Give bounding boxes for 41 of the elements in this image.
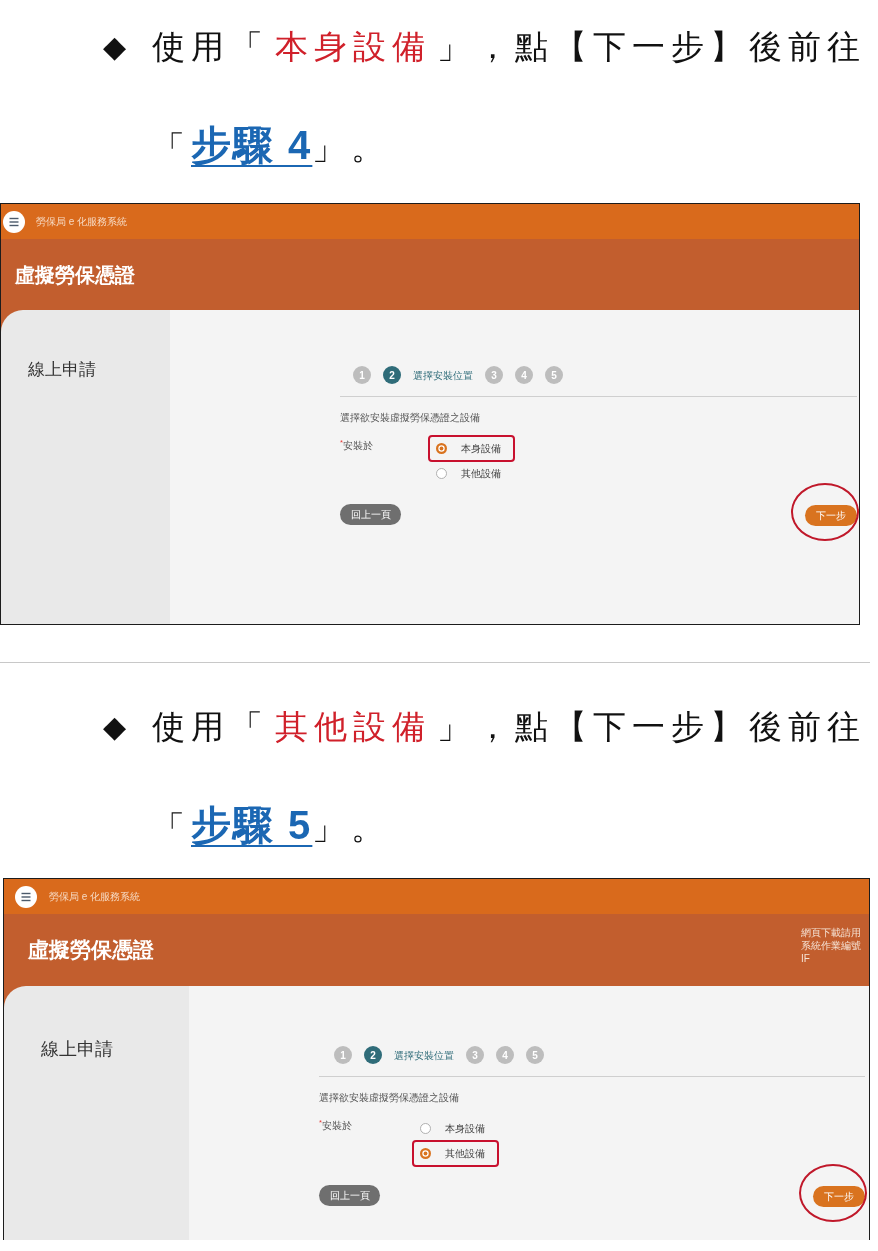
option-label[interactable]: 其他設備 [445, 1146, 485, 1161]
radio-button[interactable] [420, 1148, 431, 1159]
menu-icon[interactable] [3, 210, 25, 233]
step-indicator: 3 [466, 1046, 484, 1064]
system-name: 勞保局 e 化服務系統 [36, 215, 128, 229]
step-indicator: 2 [364, 1046, 382, 1064]
instruction-text: 使用「 其他設備 」，點【下一步】後前往 「步驟 5」。 [152, 707, 866, 849]
option-label[interactable]: 本身設備 [461, 441, 501, 456]
form-description: 選擇欲安裝虛擬勞保憑證之設備 [340, 411, 480, 425]
step-link[interactable]: 步驟 4 [191, 123, 313, 167]
option-label[interactable]: 本身設備 [445, 1121, 485, 1136]
form-description: 選擇欲安裝虛擬勞保憑證之設備 [319, 1091, 459, 1105]
system-name: 勞保局 e 化服務系統 [49, 890, 141, 904]
sidebar-item[interactable]: 線上申請 [41, 1039, 113, 1059]
field-label: $^{*}$安裝於 [340, 440, 373, 451]
diamond-bullet: ◆ [103, 32, 126, 62]
step-indicator: 3 [485, 366, 503, 384]
option-label[interactable]: 其他設備 [461, 466, 501, 481]
notice-text: 網頁下載請用系統作業編號IF [801, 926, 862, 965]
radio-button[interactable] [436, 468, 447, 479]
step-label: 選擇安裝位置 [394, 1048, 454, 1063]
field-label: $^{*}$安裝於 [319, 1120, 352, 1131]
sidebar-item[interactable]: 線上申請 [28, 360, 96, 380]
step-indicator: 2 [383, 366, 401, 384]
step-link[interactable]: 步驟 5 [191, 803, 313, 847]
instruction-text: 使用「 本身設備 」，點【下一步】後前往 「步驟 4」。 [152, 27, 866, 169]
back-button[interactable]: 回上一頁 [340, 503, 401, 525]
step-indicator: 5 [526, 1046, 544, 1064]
step-indicator: 4 [496, 1046, 514, 1064]
menu-icon[interactable] [15, 885, 37, 908]
radio-button[interactable] [420, 1123, 431, 1134]
page-title: 虛擬勞保憑證 [14, 262, 135, 288]
page-title: 虛擬勞保憑證 [27, 937, 154, 964]
step-label: 選擇安裝位置 [413, 368, 473, 383]
back-button[interactable]: 回上一頁 [319, 1184, 380, 1206]
step-indicator: 1 [353, 366, 371, 384]
diamond-bullet: ◆ [103, 712, 126, 742]
radio-button[interactable] [436, 443, 447, 454]
step-indicator: 5 [545, 366, 563, 384]
step-indicator: 4 [515, 366, 533, 384]
step-indicator: 1 [334, 1046, 352, 1064]
